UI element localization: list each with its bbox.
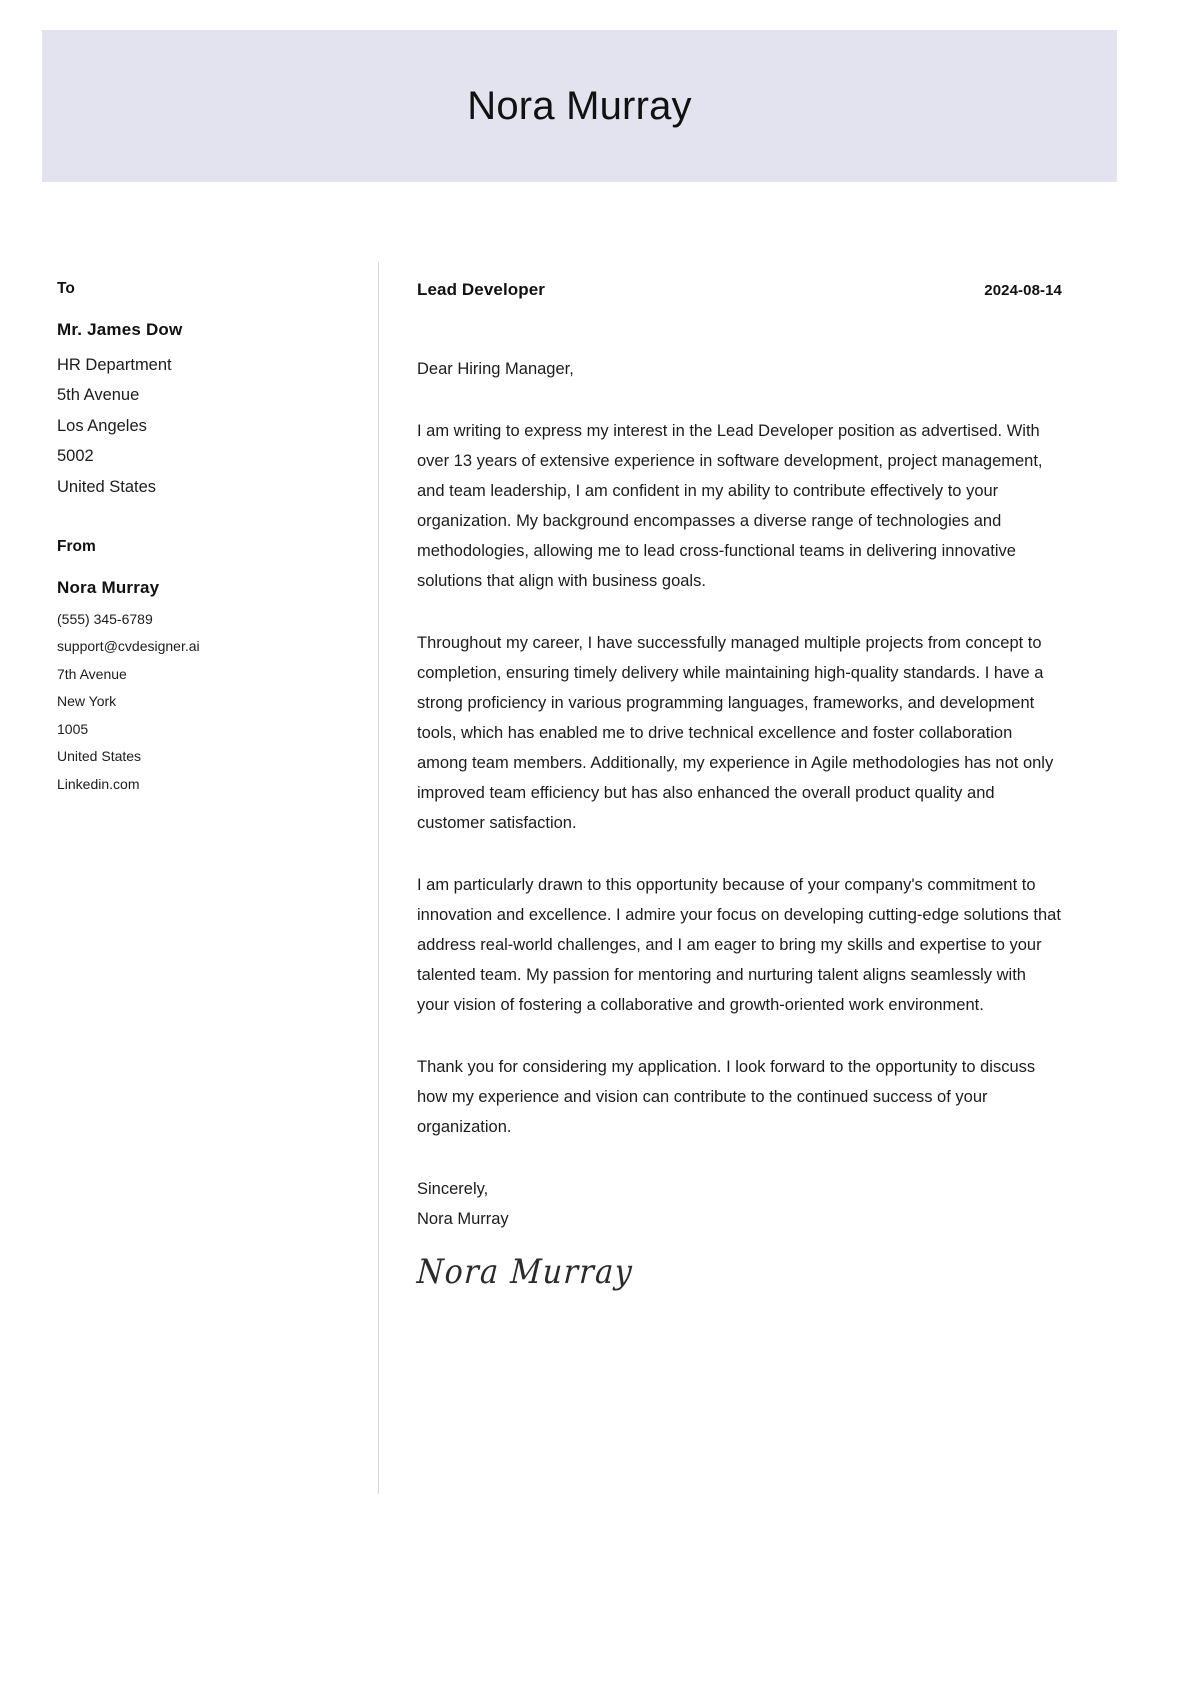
letter-body: Lead Developer 2024-08-14 Dear Hiring Ma… xyxy=(415,280,1062,1293)
recipient-address-line: United States xyxy=(57,477,157,496)
recipient-address-line: 5002 xyxy=(57,447,94,466)
recipient-address-line: HR Department xyxy=(57,355,172,374)
recipient-address-line: 5th Avenue xyxy=(57,386,140,405)
sender-phone: (555) 345-6789 xyxy=(57,610,153,627)
header-banner: Nora Murray xyxy=(42,30,1117,182)
sender-name: Nora Murray xyxy=(57,577,160,597)
letter-paragraph: Thank you for considering my application… xyxy=(417,1058,1036,1136)
letter-paragraph: I am writing to express my interest in t… xyxy=(417,422,1043,590)
letter-paragraph: I am particularly drawn to this opportun… xyxy=(417,876,1061,1014)
column-divider xyxy=(378,262,379,1494)
letter-header-row: Lead Developer 2024-08-14 xyxy=(417,280,1062,300)
letter-date: 2024-08-14 xyxy=(984,282,1062,299)
from-heading: From xyxy=(57,538,96,556)
recipient-block: To Mr. James Dow HR Department 5th Avenu… xyxy=(57,280,357,502)
sender-linkedin: Linkedin.com xyxy=(57,775,140,792)
closing-line: Sincerely, xyxy=(417,1180,489,1198)
signature-image: Nora Murray xyxy=(415,1252,635,1293)
sidebar: To Mr. James Dow HR Department 5th Avenu… xyxy=(57,280,357,798)
sender-email: support@cvdesigner.ai xyxy=(57,638,200,655)
to-heading: To xyxy=(57,280,75,297)
sender-address-line: United States xyxy=(57,748,142,765)
sender-address-line: 1005 xyxy=(57,720,89,737)
salutation: Dear Hiring Manager, xyxy=(417,360,574,378)
recipient-address-line: Los Angeles xyxy=(57,416,147,435)
recipient-name: Mr. James Dow xyxy=(57,319,183,339)
page-title: Nora Murray xyxy=(467,84,692,128)
letter-paragraph: Throughout my career, I have successfull… xyxy=(417,634,1054,832)
closing-name: Nora Murray xyxy=(417,1210,509,1228)
job-title: Lead Developer xyxy=(417,280,546,299)
cover-letter-page: Nora Murray To Mr. James Dow HR Departme… xyxy=(0,0,1200,1684)
sender-block: From Nora Murray (555) 345-6789 support@… xyxy=(57,538,357,798)
sender-address-line: New York xyxy=(57,693,117,710)
sender-address-line: 7th Avenue xyxy=(57,665,127,682)
